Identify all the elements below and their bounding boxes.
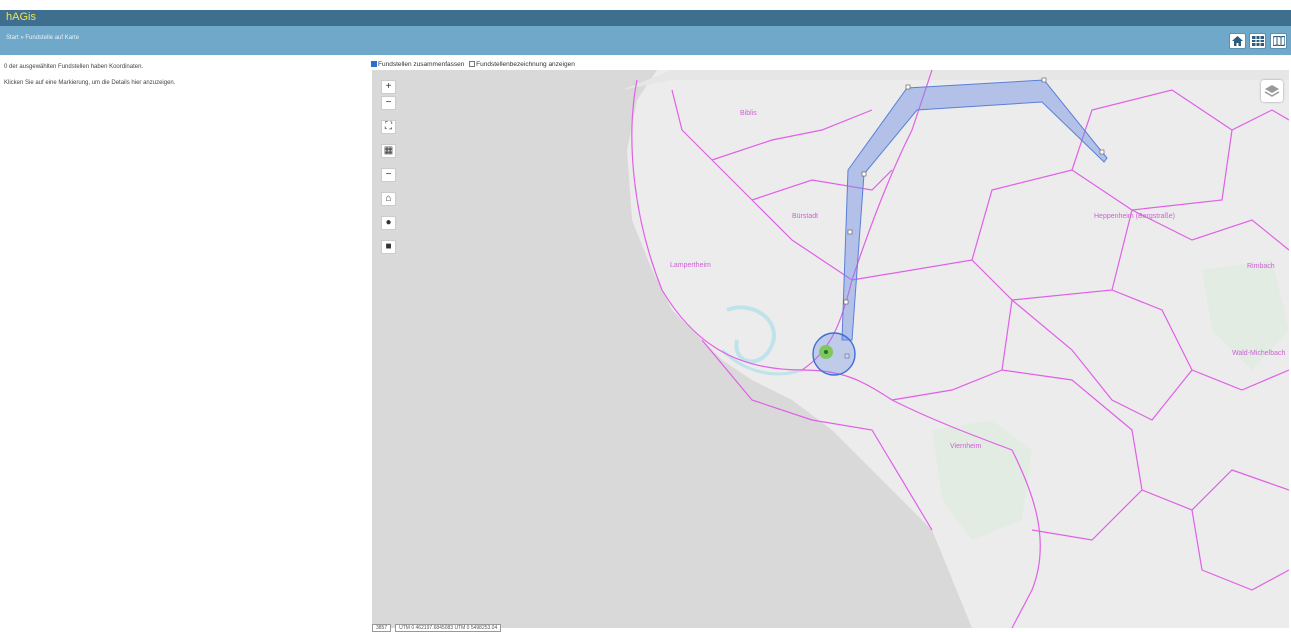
click-hint: Klicken Sie auf eine Markierung, um die … [4, 80, 176, 86]
svg-text:Wald-Michelbach: Wald-Michelbach [1232, 350, 1286, 357]
breadcrumb-bar: Start » Fundstelle auf Karte [0, 26, 1291, 55]
map-icon [1273, 36, 1285, 46]
layer-switcher-button[interactable] [1261, 80, 1283, 102]
breadcrumb-current: Fundstelle auf Karte [25, 35, 80, 41]
app-header: hAGis [0, 10, 1291, 26]
svg-text:Heppenheim (Bergstraße): Heppenheim (Bergstraße) [1094, 213, 1175, 220]
zoom-in-button[interactable]: + [381, 80, 396, 94]
measure-button[interactable]: ▦ [381, 144, 396, 158]
show-name-checkbox[interactable] [469, 61, 476, 68]
locate-button[interactable]: ● [381, 216, 396, 230]
map-canvas[interactable]: Lampertheim Bürstadt Biblis Viernheim He… [372, 70, 1289, 628]
show-name-label[interactable]: Fundstellenbezeichnung anzeigen [476, 61, 575, 68]
zoom-out-button[interactable]: − [381, 96, 396, 110]
table-view-button[interactable] [1249, 33, 1266, 49]
app-title[interactable]: hAGis [6, 11, 36, 23]
delete-button[interactable]: ■ [381, 240, 396, 254]
merge-checkbox[interactable] [371, 61, 377, 68]
home-view-button[interactable]: ⌂ [381, 192, 396, 206]
table-icon [1252, 36, 1264, 46]
map-options: Fundstellen zusammenfassen Fundstellenbe… [371, 61, 575, 68]
fullscreen-button[interactable]: ⛶ [381, 120, 396, 134]
home-icon [1232, 36, 1243, 46]
map-view-button[interactable] [1270, 33, 1287, 49]
layers-icon [1264, 85, 1280, 97]
merge-label[interactable]: Fundstellen zusammenfassen [378, 61, 464, 68]
map-layer: Lampertheim Bürstadt Biblis Viernheim He… [622, 70, 1289, 628]
svg-text:Viernheim: Viernheim [950, 443, 982, 450]
svg-text:Biblis: Biblis [740, 110, 757, 117]
breadcrumb-start[interactable]: Start [6, 35, 19, 41]
coordinates-info: 0 der ausgewählten Fundstellen haben Koo… [4, 64, 144, 70]
svg-text:Bürstadt: Bürstadt [792, 213, 818, 220]
svg-text:Lampertheim: Lampertheim [670, 262, 711, 269]
home-button[interactable] [1229, 33, 1246, 49]
svg-text:Rimbach: Rimbach [1247, 263, 1275, 270]
minus-button[interactable]: − [381, 168, 396, 182]
map-footer: 3857 UTM 0 462197.6845083 UTM 0 5498253.0… [372, 624, 505, 632]
breadcrumb: Start » Fundstelle auf Karte [6, 35, 79, 41]
